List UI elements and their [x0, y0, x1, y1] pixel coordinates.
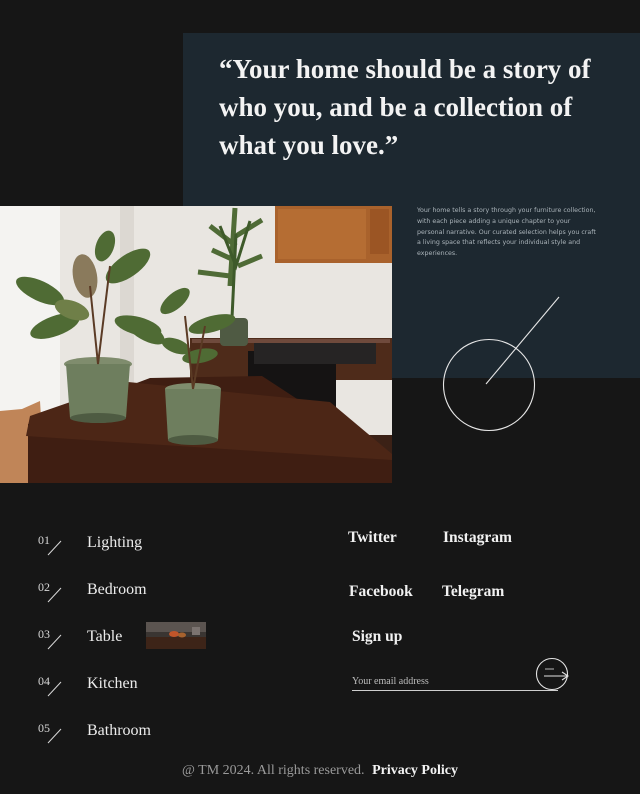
slash-icon	[47, 540, 62, 556]
copyright-text: @ TM 2024. All rights reserved.	[182, 763, 365, 778]
category-label: Kitchen	[87, 675, 138, 692]
category-label: Table	[87, 628, 123, 645]
slash-icon	[47, 728, 62, 744]
twitter-link[interactable]: Twitter	[348, 529, 397, 547]
signup-heading: Sign up	[352, 628, 403, 645]
slash-icon	[47, 634, 62, 650]
hero-photo	[0, 206, 392, 483]
telegram-link[interactable]: Telegram	[442, 583, 504, 601]
hero-quote: “Your home should be a story of who you,…	[219, 54, 591, 160]
privacy-policy-link[interactable]: Privacy Policy	[372, 763, 458, 778]
table-preview-thumbnail	[146, 622, 206, 649]
email-submit-button[interactable]	[535, 657, 571, 693]
instagram-link[interactable]: Instagram	[443, 529, 512, 547]
category-label: Lighting	[87, 534, 143, 551]
category-item-kitchen[interactable]: 04 Kitchen	[38, 674, 288, 708]
category-label: Bedroom	[87, 581, 147, 598]
slash-icon	[47, 681, 62, 697]
category-label: Bathroom	[87, 722, 151, 739]
category-item-lighting[interactable]: 01 Lighting	[38, 533, 288, 567]
email-field[interactable]	[352, 672, 558, 691]
slash-icon	[47, 587, 62, 603]
category-item-bathroom[interactable]: 05 Bathroom	[38, 721, 288, 755]
hero-description: Your home tells a story through your fur…	[417, 207, 596, 258]
category-item-bedroom[interactable]: 02 Bedroom	[38, 580, 288, 614]
footer: @ TM 2024. All rights reserved. Privacy …	[0, 763, 640, 779]
decorative-circle-line	[442, 296, 560, 432]
facebook-link[interactable]: Facebook	[349, 583, 413, 601]
